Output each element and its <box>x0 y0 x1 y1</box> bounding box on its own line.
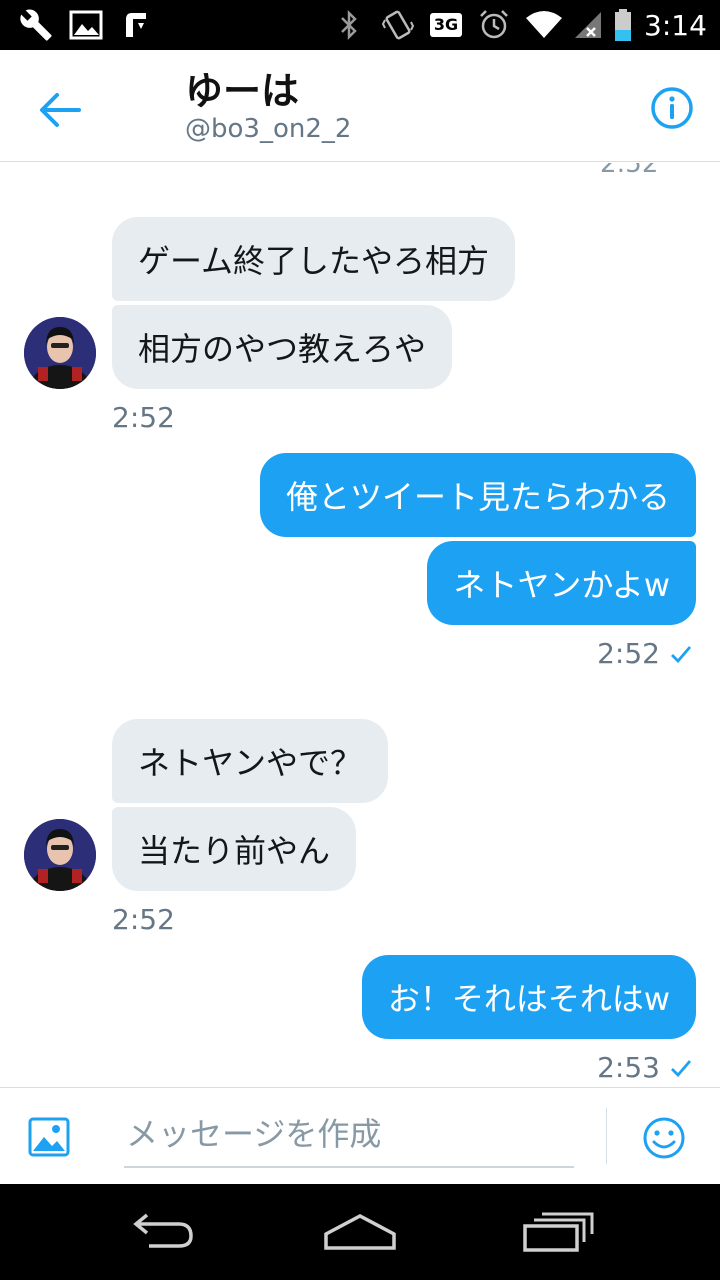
message-text: お！それはそれはw <box>387 980 670 1018</box>
outgoing-message-bubble[interactable]: 俺とツイート見たらわかる <box>259 453 696 537</box>
avatar[interactable] <box>24 317 96 389</box>
avatar-image <box>24 317 96 389</box>
message-text: 当たり前やん <box>138 832 331 870</box>
message-timestamp-row: 2:52 <box>597 637 692 670</box>
download-icon <box>116 0 156 50</box>
incoming-message-bubble[interactable]: 当たり前やん <box>112 807 357 891</box>
back-nav-button[interactable] <box>110 1202 210 1262</box>
incoming-message-bubble[interactable]: ゲーム終了したやろ相方 <box>112 217 516 301</box>
message-timestamp-row: 2:53 <box>597 1051 692 1084</box>
divider <box>606 1108 607 1164</box>
message-text: ネトヤンやで？ <box>138 744 363 782</box>
message-timestamp: 2:52 <box>112 903 175 936</box>
system-nav-bar <box>0 1184 720 1280</box>
back-nav-icon <box>133 1213 193 1248</box>
vibrate-icon <box>378 0 418 50</box>
alarm-icon <box>474 0 514 50</box>
conversation-header: ゆーは @bo3_on2_2 <box>0 50 720 162</box>
checkmark-icon <box>671 645 692 663</box>
arrow-left-icon <box>40 93 81 127</box>
clock: 3:14 <box>644 8 707 42</box>
message-text: ゲーム終了したやろ相方 <box>138 242 490 280</box>
bluetooth-icon <box>334 0 364 50</box>
status-bar: 3G 3:14 <box>0 0 720 50</box>
message-timestamp: 2:53 <box>597 1051 660 1084</box>
incoming-message-bubble[interactable]: 相方のやつ教えろや <box>112 305 453 389</box>
outgoing-message-bubble[interactable]: お！それはそれはw <box>361 955 696 1039</box>
incoming-message-bubble[interactable]: ネトヤンやで？ <box>112 719 389 803</box>
home-nav-button[interactable] <box>310 1202 410 1262</box>
recents-nav-button[interactable] <box>508 1202 608 1262</box>
info-icon <box>651 87 693 129</box>
avatar-image <box>24 819 96 891</box>
contact-handle: @bo3_on2_2 <box>185 114 352 144</box>
home-nav-icon <box>324 1214 396 1250</box>
recents-nav-icon <box>523 1212 594 1252</box>
message-timestamp: 2:52 <box>112 401 175 434</box>
message-text: 俺とツイート見たらわかる <box>285 478 670 516</box>
back-button[interactable] <box>30 82 90 138</box>
message-input[interactable] <box>124 1102 574 1168</box>
outgoing-message-bubble[interactable]: ネトヤンかよw <box>427 541 696 625</box>
contact-name: ゆーは <box>185 69 300 113</box>
message-text: ネトヤンかよw <box>453 566 670 604</box>
avatar[interactable] <box>24 819 96 891</box>
cell-signal-icon <box>570 0 606 50</box>
message-text: 相方のやつ教えろや <box>138 330 427 368</box>
add-media-button[interactable] <box>26 1114 72 1160</box>
wrench-icon <box>16 0 56 50</box>
wifi-icon <box>524 0 564 50</box>
checkmark-icon <box>671 1059 692 1077</box>
smiley-icon <box>643 1117 685 1159</box>
network-3g-icon: 3G <box>426 0 466 50</box>
battery-icon <box>610 0 636 50</box>
info-button[interactable] <box>643 79 701 137</box>
message-composer <box>0 1087 720 1184</box>
message-timestamp: 2:52 <box>597 637 660 670</box>
message-list[interactable]: 2:52 ゲーム終了したやろ相方 相方のやつ教えろや 2:52 俺とツイート見た… <box>0 163 720 1087</box>
image-icon <box>66 0 106 50</box>
image-icon <box>28 1117 70 1157</box>
emoji-button[interactable] <box>640 1114 688 1162</box>
message-timestamp: 2:52 <box>600 163 659 179</box>
